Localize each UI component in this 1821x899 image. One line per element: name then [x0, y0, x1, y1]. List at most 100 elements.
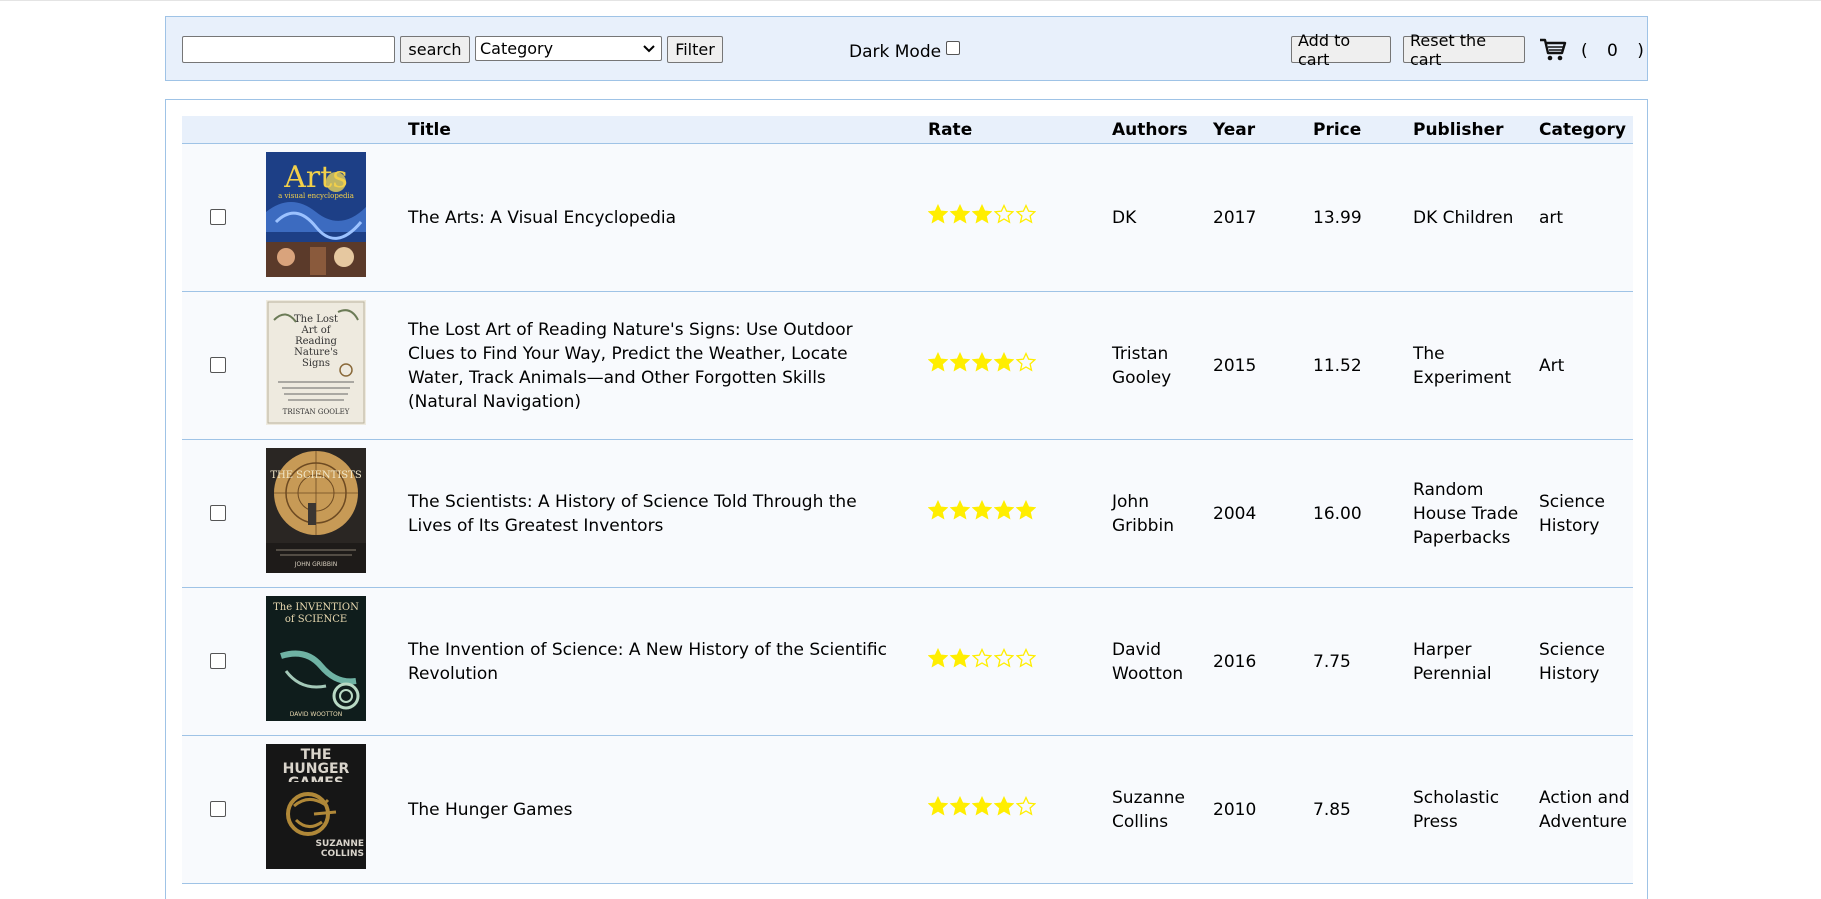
book-category: Science History: [1539, 639, 1605, 684]
star-filled-icon: [950, 204, 970, 224]
star-empty-icon: [1016, 352, 1036, 372]
book-cover-image: The INVENTION of SCIENCE DAVID WOOTTON: [266, 596, 366, 721]
rating-stars: [928, 500, 1036, 520]
dark-mode-label: Dark Mode: [849, 42, 942, 62]
row-select-checkbox[interactable]: [210, 505, 226, 521]
rating-stars: [928, 796, 1036, 816]
book-title: The Hunger Games: [408, 799, 573, 820]
book-year: 2017: [1213, 207, 1257, 228]
book-cover-image: The Lost Art of Reading Nature's Signs T…: [266, 300, 366, 425]
book-price: 7.85: [1313, 799, 1351, 820]
star-filled-icon: [994, 500, 1014, 520]
category-select-value: Category: [480, 39, 554, 58]
cover-title: THE SCIENTISTS: [270, 470, 362, 481]
star-filled-icon: [972, 352, 992, 372]
search-input[interactable]: [182, 36, 395, 63]
book-year: 2016: [1213, 651, 1257, 672]
star-filled-icon: [972, 796, 992, 816]
star-filled-icon: [928, 648, 948, 668]
dark-mode-checkbox[interactable]: [946, 41, 960, 55]
book-year: 2015: [1213, 355, 1257, 376]
table-row[interactable]: THE SCIENTISTS JOHN GRIBBIN The Scientis…: [182, 440, 1633, 588]
book-price: 13.99: [1313, 207, 1362, 228]
book-category: art: [1539, 207, 1564, 228]
book-title: The Scientists: A History of Science Tol…: [408, 491, 857, 536]
book-category: Science History: [1539, 491, 1605, 536]
star-filled-icon: [928, 796, 948, 816]
star-filled-icon: [950, 796, 970, 816]
book-price: 7.75: [1313, 651, 1351, 672]
star-empty-icon: [1016, 648, 1036, 668]
star-empty-icon: [972, 648, 992, 668]
shopping-cart-icon[interactable]: [1538, 34, 1568, 64]
header-year: Year: [1213, 120, 1256, 140]
book-cover-image: THE SCIENTISTS JOHN GRIBBIN: [266, 448, 366, 573]
star-filled-icon: [950, 352, 970, 372]
reset-cart-button[interactable]: Reset the cart: [1403, 31, 1525, 69]
star-filled-icon: [928, 352, 948, 372]
header-price: Price: [1313, 120, 1362, 140]
table-row[interactable]: The Lost Art of Reading Nature's Signs T…: [182, 292, 1633, 440]
book-year: 2010: [1213, 799, 1257, 820]
cover-title: The INVENTION of SCIENCE: [273, 602, 359, 625]
cart-count-open: (: [1581, 41, 1588, 61]
table-row[interactable]: Arts a visual encyclopedia The Arts: A V…: [182, 144, 1633, 292]
cover-title: Arts: [283, 160, 347, 195]
book-title: The Invention of Science: A New History …: [408, 639, 887, 684]
search-button[interactable]: search: [400, 36, 470, 63]
star-empty-icon: [994, 204, 1014, 224]
cover-title: The Lost Art of Reading Nature's Signs: [293, 314, 339, 369]
book-title: The Arts: A Visual Encyclopedia: [408, 207, 677, 228]
book-authors: David Wootton: [1112, 639, 1184, 684]
star-empty-icon: [1016, 204, 1036, 224]
book-category: Action and Adventure: [1539, 787, 1630, 832]
book-price: 11.52: [1313, 355, 1362, 376]
book-title: The Lost Art of Reading Nature's Signs: …: [408, 319, 853, 412]
cover-subtitle: SUZANNE COLLINS: [315, 839, 365, 859]
book-publisher: Random House Trade Paperbacks: [1413, 479, 1519, 548]
cover-subtitle: TRISTAN GOOLEY: [283, 408, 350, 416]
rating-stars: [928, 204, 1036, 224]
star-filled-icon: [950, 648, 970, 668]
table-row[interactable]: THE HUNGER GAMES SUZANNE COLLINS The Hun…: [182, 736, 1633, 884]
toolbar: search Category Filter Dark Mode Add to …: [165, 16, 1648, 81]
rating-stars: [928, 648, 1036, 668]
header-rate: Rate: [928, 120, 973, 140]
book-publisher: Harper Perennial: [1413, 639, 1492, 684]
cart-count: ( 0 ): [1581, 41, 1644, 61]
table-row[interactable]: The INVENTION of SCIENCE DAVID WOOTTON T…: [182, 588, 1633, 736]
star-empty-icon: [994, 648, 1014, 668]
book-year: 2004: [1213, 503, 1257, 524]
filter-button[interactable]: Filter: [667, 36, 723, 63]
book-publisher: The Experiment: [1413, 343, 1512, 388]
cover-title: THE HUNGER GAMES: [282, 748, 350, 782]
cart-count-value: 0: [1607, 41, 1618, 61]
star-filled-icon: [994, 352, 1014, 372]
star-filled-icon: [1016, 500, 1036, 520]
chevron-down-icon: [643, 44, 655, 52]
book-authors: DK: [1112, 207, 1137, 228]
category-select[interactable]: Category: [475, 36, 662, 61]
rating-stars: [928, 352, 1036, 372]
book-authors: John Gribbin: [1112, 491, 1174, 536]
book-publisher: Scholastic Press: [1413, 787, 1500, 832]
star-filled-icon: [950, 500, 970, 520]
star-filled-icon: [928, 204, 948, 224]
row-select-checkbox[interactable]: [210, 209, 226, 225]
book-cover-image: THE HUNGER GAMES SUZANNE COLLINS: [266, 744, 366, 869]
book-publisher: DK Children: [1413, 207, 1514, 228]
table-header: Title Rate Authors Year Price Publisher …: [182, 116, 1633, 144]
book-cover-image: Arts a visual encyclopedia: [266, 152, 366, 277]
row-select-checkbox[interactable]: [210, 357, 226, 373]
star-filled-icon: [994, 796, 1014, 816]
row-select-checkbox[interactable]: [210, 653, 226, 669]
book-category: Art: [1539, 355, 1565, 376]
header-publisher: Publisher: [1413, 120, 1504, 140]
add-to-cart-button[interactable]: Add to cart: [1291, 31, 1391, 69]
book-table: Title Rate Authors Year Price Publisher …: [165, 99, 1648, 899]
cart-count-close: ): [1637, 41, 1644, 61]
star-filled-icon: [972, 204, 992, 224]
row-select-checkbox[interactable]: [210, 801, 226, 817]
star-empty-icon: [1016, 796, 1036, 816]
cover-subtitle: a visual encyclopedia: [278, 192, 354, 200]
